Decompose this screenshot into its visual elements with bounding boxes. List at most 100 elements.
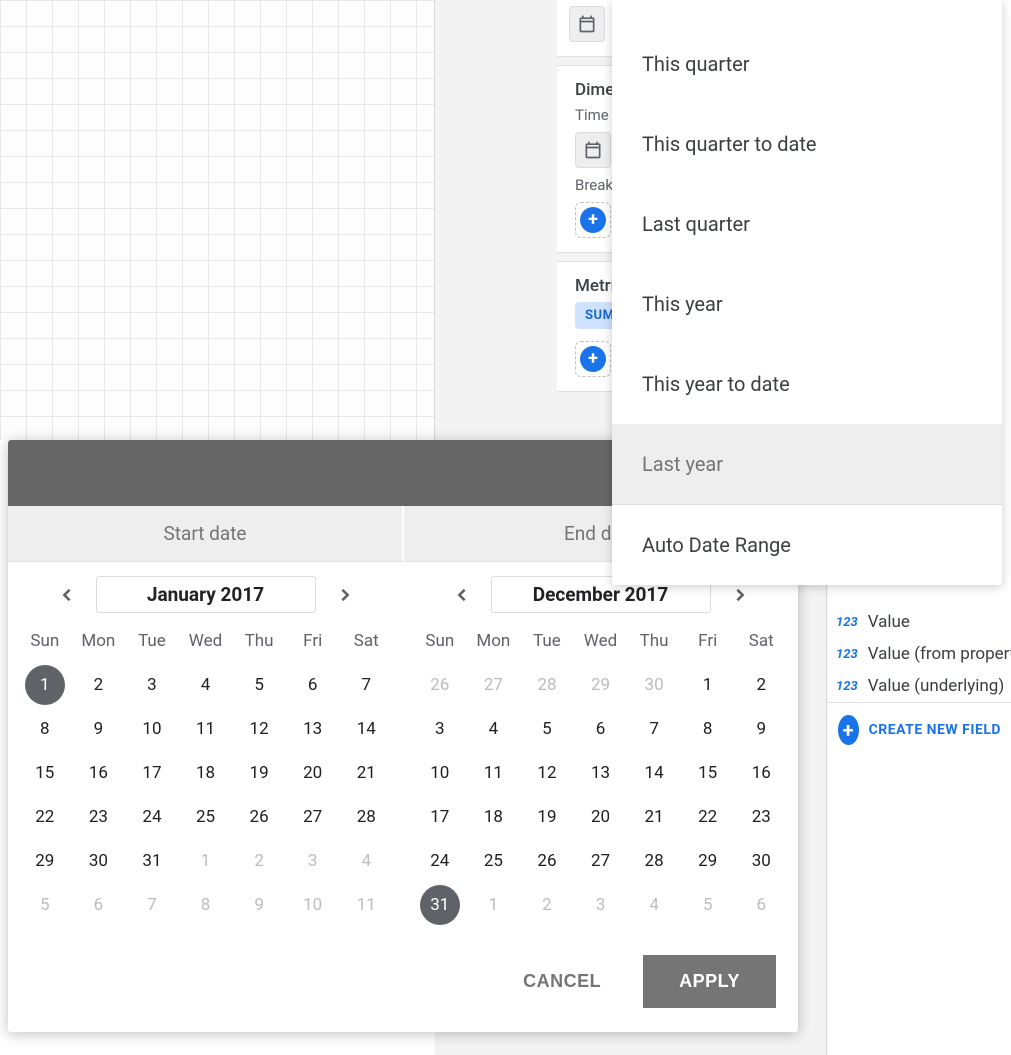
calendar-day[interactable]: 12 <box>520 751 574 795</box>
calendar-day[interactable]: 22 <box>18 795 72 839</box>
prev-month-button[interactable] <box>52 580 82 610</box>
calendar-day[interactable]: 27 <box>574 839 628 883</box>
calendar-day[interactable]: 24 <box>125 795 179 839</box>
calendar-day[interactable]: 9 <box>734 707 788 751</box>
calendar-day[interactable]: 10 <box>286 883 340 927</box>
calendar-day[interactable]: 6 <box>286 663 340 707</box>
calendar-day[interactable]: 6 <box>72 883 126 927</box>
calendar-day[interactable]: 6 <box>574 707 628 751</box>
calendar-day[interactable]: 30 <box>627 663 681 707</box>
time-dimension-chip[interactable] <box>575 132 611 168</box>
date-preset-option[interactable]: Auto Date Range <box>612 505 1002 585</box>
calendar-day[interactable]: 20 <box>286 751 340 795</box>
calendar-day[interactable]: 14 <box>627 751 681 795</box>
calendar-day[interactable]: 20 <box>574 795 628 839</box>
calendar-day[interactable]: 5 <box>681 883 735 927</box>
calendar-day[interactable]: 8 <box>681 707 735 751</box>
calendar-day[interactable]: 1 <box>681 663 735 707</box>
date-preset-option[interactable]: This year to date <box>612 344 1002 424</box>
calendar-day[interactable]: 4 <box>467 707 521 751</box>
calendar-day[interactable]: 28 <box>339 795 393 839</box>
calendar-day[interactable]: 1 <box>18 663 72 707</box>
calendar-day[interactable]: 11 <box>339 883 393 927</box>
calendar-day[interactable]: 10 <box>413 751 467 795</box>
calendar-day[interactable]: 21 <box>339 751 393 795</box>
date-preset-option[interactable]: Last quarter <box>612 184 1002 264</box>
date-preset-option[interactable]: Last year <box>612 424 1002 504</box>
date-range-chip[interactable] <box>569 6 605 42</box>
report-canvas[interactable] <box>0 0 435 440</box>
prev-month-button[interactable] <box>447 580 477 610</box>
calendar-day[interactable]: 13 <box>286 707 340 751</box>
calendar-day[interactable]: 17 <box>125 751 179 795</box>
calendar-day[interactable]: 6 <box>734 883 788 927</box>
calendar-day[interactable]: 24 <box>413 839 467 883</box>
calendar-day[interactable]: 5 <box>520 707 574 751</box>
calendar-day[interactable]: 30 <box>734 839 788 883</box>
calendar-day[interactable]: 7 <box>125 883 179 927</box>
calendar-day[interactable]: 8 <box>18 707 72 751</box>
calendar-day[interactable]: 28 <box>627 839 681 883</box>
calendar-day[interactable]: 18 <box>467 795 521 839</box>
next-month-button[interactable] <box>330 580 360 610</box>
calendar-day[interactable]: 9 <box>72 707 126 751</box>
calendar-day[interactable]: 3 <box>574 883 628 927</box>
calendar-day[interactable]: 4 <box>627 883 681 927</box>
calendar-day[interactable]: 25 <box>467 839 521 883</box>
calendar-day[interactable]: 12 <box>232 707 286 751</box>
calendar-day[interactable]: 23 <box>72 795 126 839</box>
calendar-day[interactable]: 29 <box>681 839 735 883</box>
start-date-tab[interactable]: Start date <box>8 506 404 562</box>
calendar-day[interactable]: 30 <box>72 839 126 883</box>
calendar-day[interactable]: 26 <box>413 663 467 707</box>
calendar-day[interactable]: 22 <box>681 795 735 839</box>
calendar-day[interactable]: 2 <box>72 663 126 707</box>
calendar-day[interactable]: 1 <box>467 883 521 927</box>
calendar-day[interactable]: 31 <box>125 839 179 883</box>
calendar-day[interactable]: 28 <box>520 663 574 707</box>
calendar-day[interactable]: 16 <box>72 751 126 795</box>
calendar-day[interactable]: 15 <box>18 751 72 795</box>
calendar-day[interactable]: 4 <box>179 663 233 707</box>
calendar-day[interactable]: 19 <box>520 795 574 839</box>
calendar-day[interactable]: 18 <box>179 751 233 795</box>
calendar-day[interactable]: 13 <box>574 751 628 795</box>
cancel-button[interactable]: CANCEL <box>501 955 623 1008</box>
calendar-day[interactable]: 4 <box>339 839 393 883</box>
calendar-day[interactable]: 29 <box>574 663 628 707</box>
calendar-day[interactable]: 19 <box>232 751 286 795</box>
date-preset-option[interactable]: This quarter <box>612 24 1002 104</box>
calendar-day[interactable]: 3 <box>125 663 179 707</box>
month-year-label[interactable]: January 2017 <box>96 576 316 613</box>
calendar-day[interactable]: 2 <box>734 663 788 707</box>
calendar-day[interactable]: 11 <box>467 751 521 795</box>
add-breakdown-dimension[interactable]: + <box>575 202 611 238</box>
calendar-day[interactable]: 7 <box>339 663 393 707</box>
calendar-day[interactable]: 23 <box>734 795 788 839</box>
calendar-day[interactable]: 17 <box>413 795 467 839</box>
calendar-day[interactable]: 21 <box>627 795 681 839</box>
calendar-day[interactable]: 3 <box>286 839 340 883</box>
create-new-field-button[interactable]: + CREATE NEW FIELD <box>828 703 1011 757</box>
calendar-day[interactable]: 29 <box>18 839 72 883</box>
date-preset-option[interactable]: This year <box>612 264 1002 344</box>
calendar-day[interactable]: 31 <box>413 883 467 927</box>
calendar-day[interactable]: 1 <box>179 839 233 883</box>
calendar-day[interactable]: 14 <box>339 707 393 751</box>
add-metric[interactable]: + <box>575 341 611 377</box>
field-item[interactable]: 123Value (underlying) <box>828 670 1011 702</box>
calendar-day[interactable]: 9 <box>232 883 286 927</box>
calendar-day[interactable]: 7 <box>627 707 681 751</box>
calendar-day[interactable]: 5 <box>232 663 286 707</box>
calendar-day[interactable]: 2 <box>520 883 574 927</box>
calendar-day[interactable]: 27 <box>286 795 340 839</box>
apply-button[interactable]: APPLY <box>643 955 776 1008</box>
calendar-day[interactable]: 27 <box>467 663 521 707</box>
calendar-day[interactable]: 15 <box>681 751 735 795</box>
calendar-day[interactable]: 8 <box>179 883 233 927</box>
field-item[interactable]: 123Value <box>828 606 1011 638</box>
calendar-day[interactable]: 16 <box>734 751 788 795</box>
calendar-day[interactable]: 10 <box>125 707 179 751</box>
calendar-day[interactable]: 5 <box>18 883 72 927</box>
calendar-day[interactable]: 3 <box>413 707 467 751</box>
